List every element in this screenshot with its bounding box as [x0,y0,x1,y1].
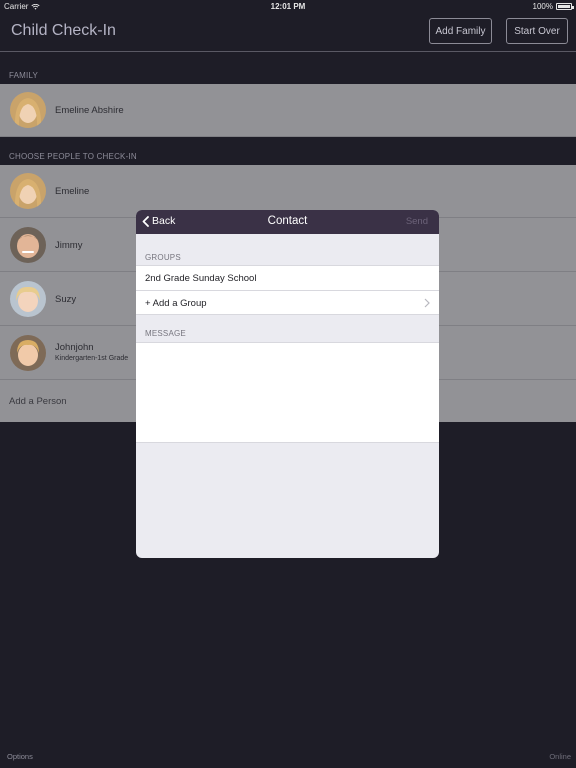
connection-status: Online [549,752,571,761]
family-section-header: FAMILY [9,71,39,80]
send-button[interactable]: Send [406,216,428,227]
person-name: Johnjohn [55,342,94,353]
modal-header: Back Contact Send [136,210,439,234]
chevron-right-icon [424,298,430,308]
family-row[interactable]: Emeline Abshire [0,84,576,137]
add-person-label: Add a Person [9,396,67,407]
status-bar: Carrier 12:01 PM 100% [0,0,576,12]
avatar [10,227,46,263]
nav-bar: Child Check-In Add Family Start Over [0,12,576,52]
add-group-item[interactable]: + Add a Group [136,290,439,315]
person-name: Suzy [55,294,77,305]
family-name: Emeline Abshire [55,105,124,116]
group-name: 2nd Grade Sunday School [145,273,257,284]
avatar [10,173,46,209]
person-grade: Kindergarten-1st Grade [55,355,129,362]
add-group-label: + Add a Group [145,298,207,309]
modal-title: Contact [267,215,308,227]
message-section-header: MESSAGE [145,329,186,338]
person-name: Jimmy [55,240,83,251]
person-name: Emeline [55,186,90,197]
battery-percent: 100% [532,2,553,11]
battery-indicator: 100% [532,2,574,11]
avatar [10,281,46,317]
contact-modal: Back Contact Send GROUPS 2nd Grade Sunda… [136,210,439,558]
message-input[interactable] [136,342,439,443]
add-family-button[interactable]: Add Family [429,18,492,44]
options-button[interactable]: Options [7,752,33,761]
group-item[interactable]: 2nd Grade Sunday School [136,265,439,290]
battery-icon [556,3,574,10]
checkin-section-header: CHOOSE PEOPLE TO CHECK-IN [9,152,137,161]
page-title: Child Check-In [11,22,116,39]
avatar [10,335,46,371]
groups-section-header: GROUPS [145,253,181,262]
clock: 12:01 PM [270,2,306,11]
start-over-button[interactable]: Start Over [506,18,568,44]
avatar [10,92,46,128]
